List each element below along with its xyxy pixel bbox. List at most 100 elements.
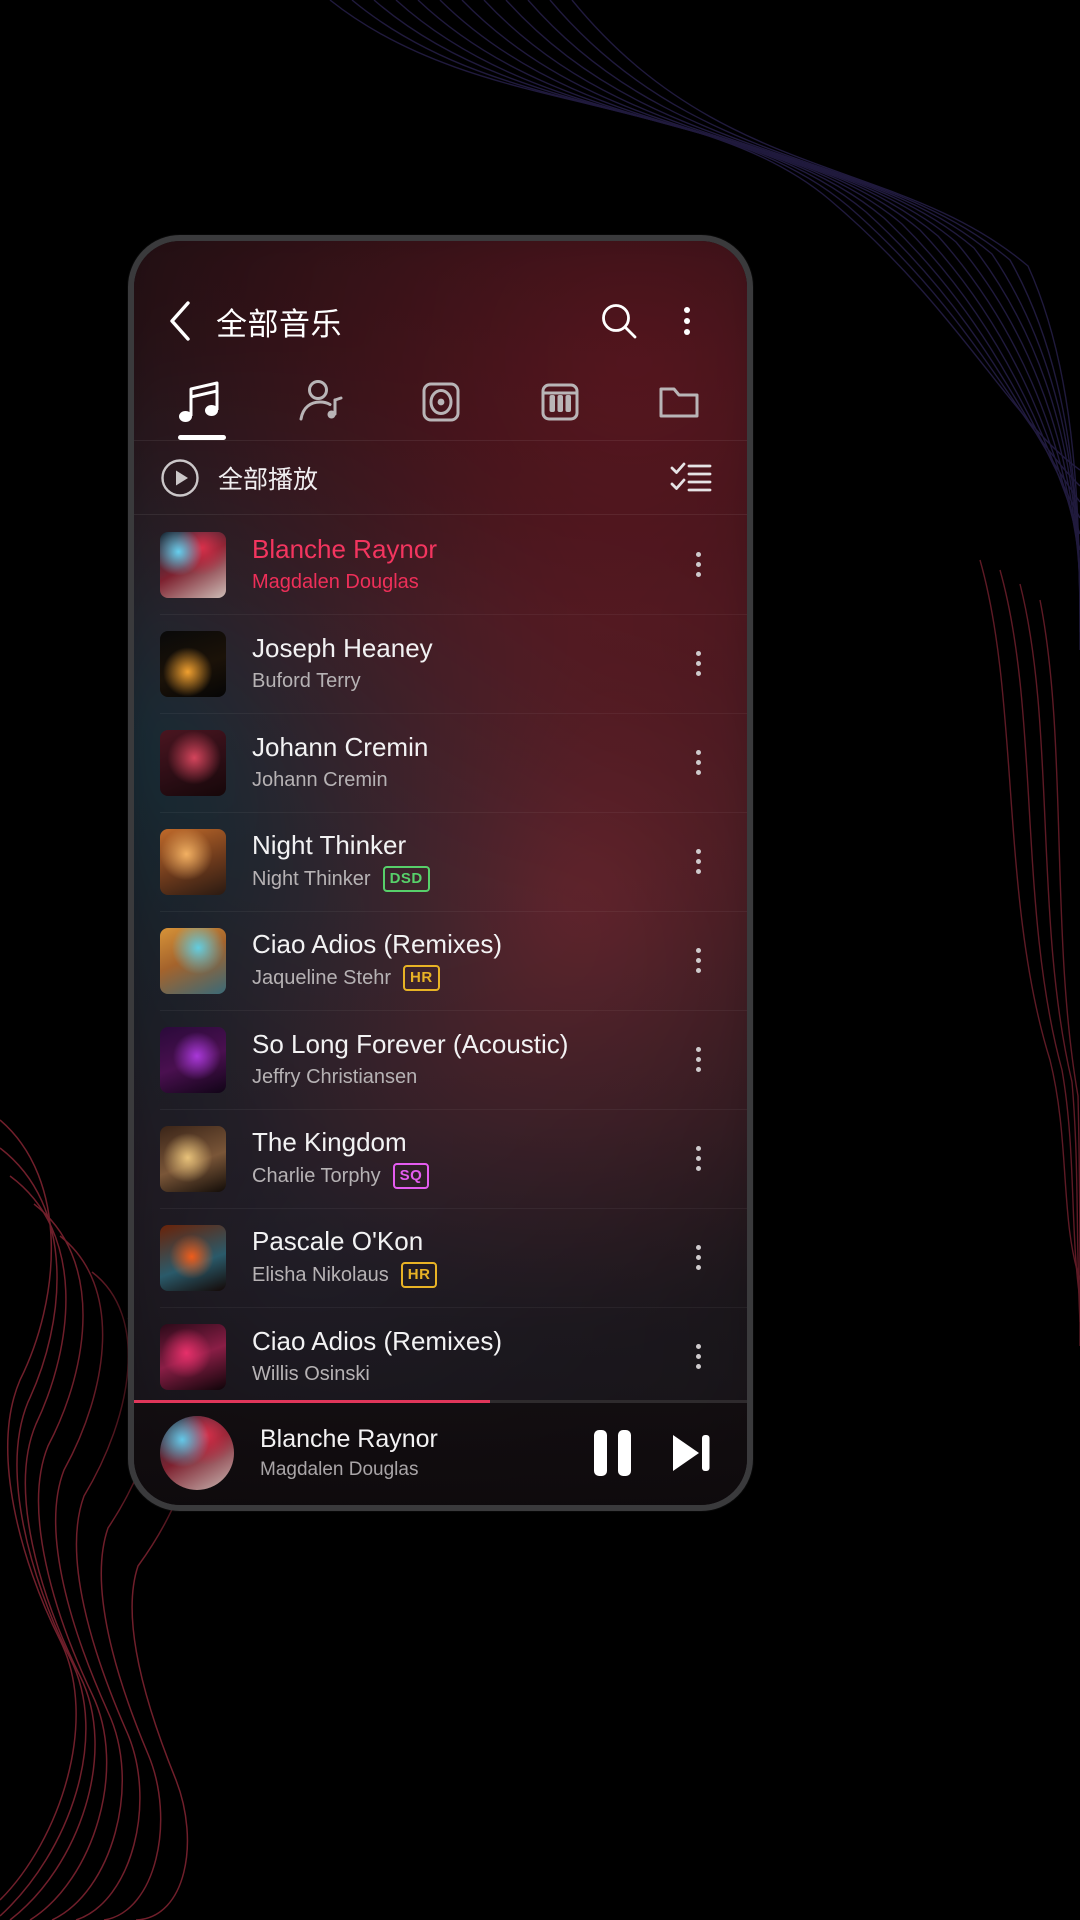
quality-badge: DSD [382, 866, 430, 893]
song-meta: Pascale O'Kon Elisha Nikolaus HR [244, 1227, 657, 1289]
song-subline: Charlie Torphy SQ [252, 1163, 657, 1190]
song-row[interactable]: Johann Cremin Johann Cremin [134, 713, 747, 812]
album-disc-icon [422, 382, 460, 421]
song-artwork [160, 729, 226, 796]
folder-icon [659, 387, 699, 417]
play-all-button[interactable]: 全部播放 [160, 458, 669, 498]
song-row[interactable]: Blanche Raynor Magdalen Douglas [134, 515, 747, 614]
phone-screen: 全部音乐 全部播放 Blanche Raynor Magdalen Dougla… [134, 241, 747, 1505]
overflow-menu-button[interactable] [661, 295, 713, 347]
song-overflow-button[interactable] [675, 733, 721, 793]
song-artist: Charlie Torphy [252, 1164, 381, 1187]
tab-albums[interactable] [381, 363, 500, 440]
music-note-icon [178, 381, 219, 422]
song-artwork [160, 828, 226, 895]
artwork-image [160, 1125, 226, 1192]
artwork-image [160, 729, 226, 796]
pause-button[interactable] [594, 1429, 631, 1476]
song-row[interactable]: So Long Forever (Acoustic) Jeffry Christi… [134, 1010, 747, 1109]
song-list[interactable]: Blanche Raynor Magdalen Douglas Joseph Hea… [134, 515, 747, 1400]
search-icon [602, 304, 637, 339]
tab-artists[interactable] [261, 363, 380, 440]
song-row[interactable]: Ciao Adios (Remixes) Jaqueline Stehr HR [134, 911, 747, 1010]
quality-badge: HR [402, 965, 440, 992]
artwork-image [160, 1323, 226, 1390]
song-overflow-button[interactable] [675, 1327, 721, 1387]
playback-progress-fill [134, 1400, 490, 1403]
song-meta: Blanche Raynor Magdalen Douglas [244, 535, 657, 594]
song-overflow-button[interactable] [675, 832, 721, 892]
play-all-label: 全部播放 [218, 465, 319, 494]
more-vertical-icon [695, 651, 701, 676]
artwork-image [160, 1224, 226, 1291]
more-vertical-icon [695, 948, 701, 973]
artwork-image [160, 531, 226, 598]
artist-icon [299, 379, 343, 420]
library-tabs [134, 363, 747, 441]
song-row[interactable]: Joseph Heaney Buford Terry [134, 614, 747, 713]
song-overflow-button[interactable] [675, 1030, 721, 1090]
song-title: Ciao Adios (Remixes) [252, 1327, 502, 1357]
next-track-button[interactable] [665, 1429, 717, 1477]
mini-player-artwork[interactable] [160, 1415, 234, 1490]
song-artist: Jaqueline Stehr [252, 966, 391, 989]
artwork-image [160, 927, 226, 994]
app-bar: 全部音乐 [134, 279, 747, 363]
more-vertical-icon [695, 1146, 701, 1171]
song-title: Joseph Heaney [252, 634, 433, 664]
song-overflow-button[interactable] [675, 931, 721, 991]
quality-badge: SQ [392, 1163, 430, 1190]
song-title: Ciao Adios (Remixes) [252, 929, 502, 959]
more-vertical-icon [695, 1047, 701, 1072]
song-title: The Kingdom [252, 1127, 407, 1157]
artwork-image [160, 828, 226, 895]
mini-player[interactable]: Blanche Raynor Magdalen Douglas [134, 1400, 747, 1505]
song-overflow-button[interactable] [675, 634, 721, 694]
song-artist: Elisha Nikolaus [252, 1263, 389, 1286]
play-all-row: 全部播放 [134, 441, 747, 515]
mini-player-artist: Magdalen Douglas [260, 1458, 419, 1480]
song-subline: Buford Terry [252, 670, 657, 693]
search-button[interactable] [593, 295, 645, 347]
song-row[interactable]: The Kingdom Charlie Torphy SQ [134, 1109, 747, 1208]
song-artist: Jeffry Christiansen [252, 1065, 418, 1088]
song-artist: Night Thinker [252, 867, 371, 890]
pause-icon [594, 1429, 631, 1476]
playback-progress-track[interactable] [134, 1400, 747, 1403]
tab-genres[interactable] [500, 363, 619, 440]
song-row[interactable]: Pascale O'Kon Elisha Nikolaus HR [134, 1208, 747, 1307]
artwork-image [160, 1415, 234, 1490]
song-artwork [160, 630, 226, 697]
song-title: Johann Cremin [252, 733, 429, 763]
song-artwork [160, 1125, 226, 1192]
piano-keys-icon [541, 383, 579, 420]
song-row[interactable]: Ciao Adios (Remixes) Willis Osinski [134, 1307, 747, 1400]
more-vertical-icon [695, 750, 701, 775]
artwork-image [160, 630, 226, 697]
song-overflow-button[interactable] [675, 535, 721, 595]
more-vertical-icon [695, 1344, 701, 1369]
song-subline: Johann Cremin [252, 769, 657, 792]
song-artwork [160, 1026, 226, 1093]
song-overflow-button[interactable] [675, 1228, 721, 1288]
song-overflow-button[interactable] [675, 1129, 721, 1189]
more-vertical-icon [695, 1245, 701, 1270]
tab-songs[interactable] [142, 363, 261, 440]
song-row[interactable]: Night Thinker Night Thinker DSD [134, 812, 747, 911]
multi-select-button[interactable] [669, 459, 713, 497]
chevron-left-icon [170, 301, 190, 341]
mini-player-title: Blanche Raynor [260, 1424, 438, 1453]
artwork-image [160, 1026, 226, 1093]
song-title: Blanche Raynor [252, 535, 437, 565]
play-circle-icon [161, 458, 199, 497]
song-subline: Willis Osinski [252, 1363, 657, 1386]
song-meta: Johann Cremin Johann Cremin [244, 733, 657, 792]
status-bar [134, 241, 747, 279]
phone-frame: 全部音乐 全部播放 Blanche Raynor Magdalen Dougla… [128, 235, 753, 1511]
song-artist: Magdalen Douglas [252, 570, 419, 593]
tab-folders[interactable] [620, 363, 739, 440]
song-artist: Buford Terry [252, 669, 361, 692]
song-title: So Long Forever (Acoustic) [252, 1030, 569, 1060]
song-artwork [160, 927, 226, 994]
back-button[interactable] [160, 301, 200, 341]
